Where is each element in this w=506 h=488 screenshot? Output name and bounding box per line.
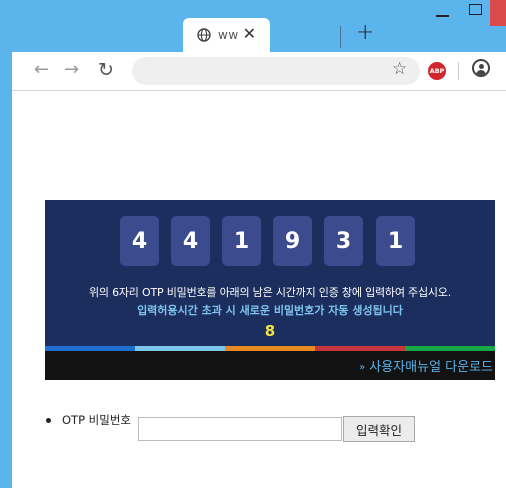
- otp-expiry-warning: 입력허용시간 초과 시 새로운 비밀번호가 자동 생성됩니다: [137, 304, 403, 317]
- double-arrow-icon: »: [359, 362, 366, 373]
- star-icon[interactable]: ☆: [392, 59, 407, 79]
- globe-icon: [197, 28, 211, 42]
- forward-arrow-icon[interactable]: →: [64, 60, 79, 80]
- otp-panel: 4 4 1 9 3 1 위의 6자리 OTP 비밀번호를 아래의 남은 시간까지…: [45, 200, 495, 380]
- otp-digit: 4: [171, 216, 210, 266]
- otp-instruction: 위의 6자리 OTP 비밀번호를 아래의 남은 시간까지 인증 창에 입력하여 …: [88, 286, 452, 299]
- new-tab-button[interactable]: +: [356, 20, 374, 46]
- browser-toolbar: ← → ↻ ☆ ABP: [12, 52, 506, 91]
- close-window-button[interactable]: [490, 0, 506, 26]
- reload-icon[interactable]: ↻: [98, 60, 114, 80]
- back-arrow-icon[interactable]: ←: [34, 60, 49, 80]
- close-tab-icon[interactable]: ✕: [243, 25, 256, 43]
- otp-digit: 1: [376, 216, 415, 266]
- otp-digit: 4: [120, 216, 159, 266]
- otp-password-input[interactable]: [138, 417, 342, 441]
- otp-password-label: OTP 비밀번호: [62, 413, 131, 427]
- otp-digit: 9: [273, 216, 312, 266]
- otp-digit: 3: [324, 216, 363, 266]
- browser-tab[interactable]: ww ✕: [183, 18, 270, 52]
- manual-download-label: 사용자매뉴얼 다운로드: [369, 360, 493, 375]
- otp-digit: 1: [222, 216, 261, 266]
- manual-download-link[interactable]: » 사용자매뉴얼 다운로드: [359, 356, 493, 375]
- maximize-window-button[interactable]: [469, 4, 482, 15]
- toolbar-divider: [458, 62, 459, 80]
- window-frame-left: [0, 0, 12, 488]
- confirm-input-button[interactable]: 입력확인: [343, 416, 415, 442]
- minimize-window-button[interactable]: [436, 6, 450, 20]
- profile-icon[interactable]: [472, 59, 490, 77]
- address-bar[interactable]: [132, 57, 420, 85]
- adblock-extension-icon[interactable]: ABP: [428, 62, 446, 80]
- otp-countdown-timer: 8: [264, 322, 276, 340]
- otp-footer: » 사용자매뉴얼 다운로드: [45, 351, 495, 380]
- tab-divider: [340, 26, 341, 48]
- tab-title: ww: [218, 28, 239, 42]
